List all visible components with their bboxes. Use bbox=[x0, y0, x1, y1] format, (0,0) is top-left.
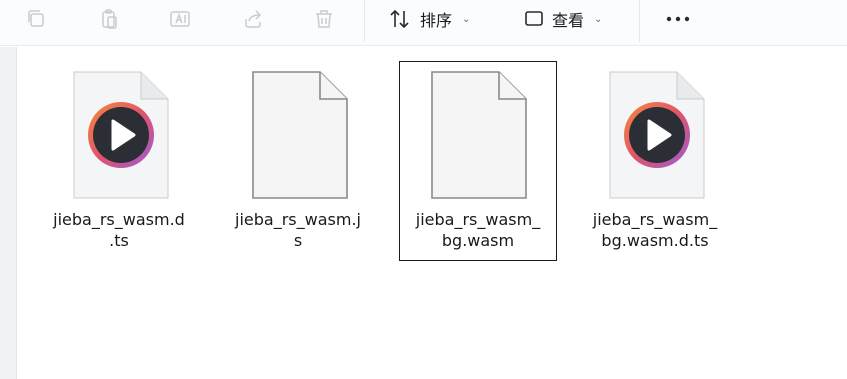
copy-icon bbox=[28, 10, 44, 27]
file-item[interactable]: jieba_rs_wasm_ bg.wasm.d.ts bbox=[576, 61, 734, 261]
more-options-button[interactable] bbox=[660, 5, 696, 33]
navigation-pane-edge bbox=[0, 47, 17, 379]
command-bar: 排序 ⌄ 查看 ⌄ bbox=[0, 0, 847, 46]
file-item-selected[interactable]: jieba_rs_wasm_ bg.wasm bbox=[399, 61, 557, 261]
file-name: jieba_rs_wasm_ bg.wasm.d.ts bbox=[592, 210, 718, 250]
paste-button[interactable] bbox=[94, 5, 124, 33]
rename-button[interactable] bbox=[165, 5, 195, 33]
file-item[interactable]: jieba_rs_wasm.j s bbox=[219, 61, 377, 261]
chevron-down-icon: ⌄ bbox=[462, 13, 471, 25]
file-name: jieba_rs_wasm.j s bbox=[235, 210, 361, 250]
generic-file-icon bbox=[431, 71, 527, 199]
media-player-file-icon bbox=[73, 71, 169, 199]
generic-file-icon bbox=[252, 71, 348, 199]
sort-icon bbox=[390, 9, 409, 29]
copy-button[interactable] bbox=[21, 5, 51, 33]
delete-icon bbox=[316, 10, 332, 28]
delete-button[interactable] bbox=[309, 5, 339, 33]
more-icon bbox=[666, 16, 690, 22]
share-button[interactable] bbox=[238, 5, 268, 33]
chevron-down-icon: ⌄ bbox=[594, 13, 603, 25]
toolbar-separator bbox=[639, 0, 640, 42]
share-icon bbox=[245, 10, 262, 28]
media-player-file-icon bbox=[609, 71, 705, 199]
file-item[interactable]: jieba_rs_wasm.d .ts bbox=[40, 61, 198, 261]
sort-label: 排序 bbox=[420, 11, 453, 30]
view-button[interactable]: 查看 ⌄ bbox=[524, 5, 602, 33]
paste-icon bbox=[102, 9, 117, 29]
file-view: jieba_rs_wasm.d .ts jieba_rs_wasm.j s ji… bbox=[18, 47, 847, 379]
rename-icon bbox=[170, 11, 190, 27]
view-icon bbox=[525, 11, 543, 26]
toolbar-separator bbox=[364, 0, 365, 42]
view-label: 查看 bbox=[552, 11, 585, 30]
file-name: jieba_rs_wasm.d .ts bbox=[53, 210, 185, 250]
sort-button[interactable]: 排序 ⌄ bbox=[388, 5, 470, 33]
file-name: jieba_rs_wasm_ bg.wasm bbox=[415, 210, 541, 250]
